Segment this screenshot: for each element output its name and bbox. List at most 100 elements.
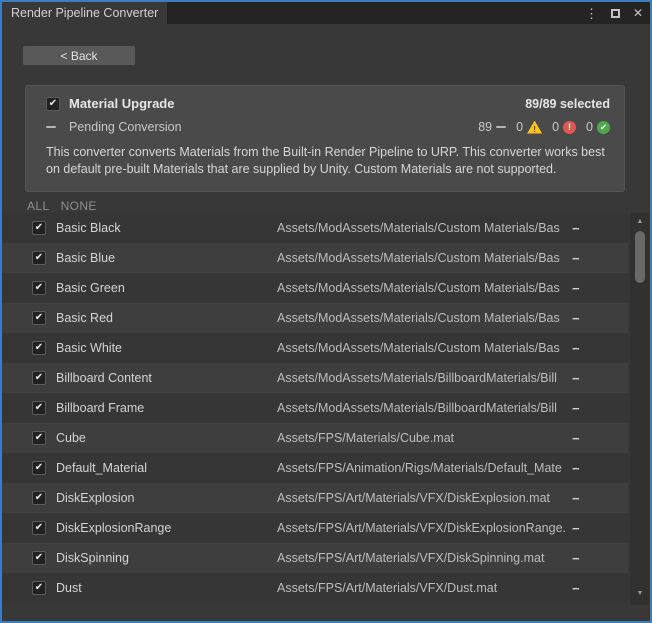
titlebar-icons: ⋮ ✕ xyxy=(585,2,643,24)
checkmark-icon: ✔ xyxy=(35,373,43,383)
item-status-dash-icon: − xyxy=(572,221,628,236)
item-checkbox[interactable]: ✔ xyxy=(32,221,46,235)
item-checkbox[interactable]: ✔ xyxy=(32,461,46,475)
checkmark-icon: ✔ xyxy=(35,493,43,503)
pending-count-value: 89 xyxy=(478,120,492,134)
item-name: Basic Black xyxy=(56,221,277,235)
item-path: Assets/FPS/Animation/Rigs/Materials/Defa… xyxy=(277,461,572,475)
table-row[interactable]: ✔ Default_MaterialAssets/FPS/Animation/Ri… xyxy=(2,453,628,483)
item-name: Basic Green xyxy=(56,281,277,295)
item-path: Assets/FPS/Art/Materials/VFX/DiskSpinnin… xyxy=(277,551,572,565)
material-upgrade-checkbox[interactable]: ✔ xyxy=(46,97,60,111)
table-row[interactable]: ✔DiskExplosionAssets/FPS/Art/Materials/V… xyxy=(2,483,628,513)
success-count-value: 0 xyxy=(586,120,593,134)
checkmark-icon: ✔ xyxy=(35,553,43,563)
checkmark-icon: ✔ xyxy=(35,343,43,353)
item-path: Assets/FPS/Art/Materials/VFX/Dust.mat xyxy=(277,581,572,595)
item-checkbox[interactable]: ✔ xyxy=(32,311,46,325)
item-path: Assets/ModAssets/Materials/Custom Materi… xyxy=(277,281,572,295)
back-button[interactable]: < Back xyxy=(22,45,136,66)
table-row[interactable]: ✔ Basic BlueAssets/ModAssets/Materials/Cu… xyxy=(2,243,628,273)
item-name: Basic Blue xyxy=(56,251,277,265)
error-count-value: 0 xyxy=(552,120,559,134)
item-status-dash-icon: − xyxy=(572,491,628,506)
pending-conversion-label: Pending Conversion xyxy=(69,120,182,134)
item-name: Cube xyxy=(56,431,277,445)
item-status-dash-icon: − xyxy=(572,461,628,476)
checkmark-icon: ✔ xyxy=(35,223,43,233)
item-name: Basic White xyxy=(56,341,277,355)
render-pipeline-converter-window: Render Pipeline Converter ⋮ ✕ < Back ✔ M… xyxy=(0,0,652,623)
list-controls: ALL NONE xyxy=(27,199,97,213)
item-checkbox[interactable]: ✔ xyxy=(32,521,46,535)
selected-count: 89/89 selected xyxy=(525,97,610,111)
table-row[interactable]: ✔ Billboard ContentAssets/ModAssets/Mater… xyxy=(2,363,628,393)
item-name: Billboard Content xyxy=(56,371,277,385)
table-row[interactable]: ✔Billboard FrameAssets/ModAssets/Materia… xyxy=(2,393,628,423)
close-icon[interactable]: ✕ xyxy=(633,7,643,19)
item-checkbox[interactable]: ✔ xyxy=(32,551,46,565)
select-all-button[interactable]: ALL xyxy=(27,199,50,213)
item-checkbox[interactable]: ✔ xyxy=(32,431,46,445)
table-row[interactable]: ✔ DiskExplosionRangeAssets/FPS/Art/Materi… xyxy=(2,513,628,543)
table-row[interactable]: ✔ Basic BlackAssets/ModAssets/Materials/C… xyxy=(2,213,628,243)
item-status-dash-icon: − xyxy=(572,401,628,416)
item-name: DiskExplosionRange xyxy=(56,521,277,535)
item-checkbox[interactable]: ✔ xyxy=(32,491,46,505)
item-path: Assets/ModAssets/Materials/Custom Materi… xyxy=(277,251,572,265)
table-row[interactable]: ✔ Basic WhiteAssets/ModAssets/Materials/C… xyxy=(2,333,628,363)
select-none-button[interactable]: NONE xyxy=(61,199,97,213)
table-row[interactable]: ✔DustAssets/FPS/Art/Materials/VFX/Dust.m… xyxy=(2,573,628,603)
item-checkbox[interactable]: ✔ xyxy=(32,371,46,385)
item-status-dash-icon: − xyxy=(572,371,628,386)
converter-title: Material Upgrade xyxy=(69,96,174,111)
checkmark-icon: ✔ xyxy=(35,433,43,443)
warning-icon: ! xyxy=(527,121,542,134)
item-checkbox[interactable]: ✔ xyxy=(32,341,46,355)
converter-panel: ✔ Material Upgrade 89/89 selected Pendin… xyxy=(25,85,625,192)
checkmark-icon: ✔ xyxy=(35,283,43,293)
item-status-dash-icon: − xyxy=(572,311,628,326)
pending-dash-icon xyxy=(496,126,506,128)
item-path: Assets/ModAssets/Materials/BillboardMate… xyxy=(277,371,572,385)
item-status-dash-icon: − xyxy=(572,431,628,446)
tab-render-pipeline-converter[interactable]: Render Pipeline Converter xyxy=(2,2,167,24)
table-row[interactable]: ✔ DiskSpinningAssets/FPS/Art/Materials/VF… xyxy=(2,543,628,573)
table-row[interactable]: ✔ CubeAssets/FPS/Materials/Cube.mat− xyxy=(2,423,628,453)
pending-count: 89 xyxy=(478,120,506,134)
item-path: Assets/ModAssets/Materials/Custom Materi… xyxy=(277,221,572,235)
table-row[interactable]: ✔ Basic RedAssets/ModAssets/Materials/Cus… xyxy=(2,303,628,333)
item-checkbox[interactable]: ✔ xyxy=(32,581,46,595)
item-status-dash-icon: − xyxy=(572,251,628,266)
kebab-menu-icon[interactable]: ⋮ xyxy=(585,7,598,20)
checkmark-icon: ✔ xyxy=(35,583,43,593)
item-checkbox[interactable]: ✔ xyxy=(32,251,46,265)
materials-list: ✔Basic BlackAssets/ModAssets/Materials/C… xyxy=(2,213,628,603)
maximize-icon[interactable] xyxy=(611,9,620,18)
item-path: Assets/FPS/Art/Materials/VFX/DiskExplosi… xyxy=(277,521,572,535)
item-name: Basic Red xyxy=(56,311,277,325)
item-path: Assets/ModAssets/Materials/Custom Materi… xyxy=(277,341,572,355)
error-icon: ! xyxy=(563,121,576,134)
warning-count-value: 0 xyxy=(516,120,523,134)
table-row[interactable]: ✔ Basic GreenAssets/ModAssets/Materials/C… xyxy=(2,273,628,303)
item-status-dash-icon: − xyxy=(572,341,628,356)
success-icon: ✔ xyxy=(597,121,610,134)
scroll-up-icon[interactable]: ▲ xyxy=(630,216,650,228)
item-checkbox[interactable]: ✔ xyxy=(32,401,46,415)
converter-description: This converter converts Materials from t… xyxy=(46,144,610,178)
checkmark-icon: ✔ xyxy=(35,523,43,533)
item-name: DiskSpinning xyxy=(56,551,277,565)
checkmark-icon: ✔ xyxy=(35,403,43,413)
checkmark-icon: ✔ xyxy=(35,253,43,263)
item-path: Assets/FPS/Art/Materials/VFX/DiskExplosi… xyxy=(277,491,572,505)
scrollbar[interactable]: ▲ ▼ xyxy=(630,213,650,605)
item-status-dash-icon: − xyxy=(572,581,628,596)
item-status-dash-icon: − xyxy=(572,551,628,566)
item-path: Assets/ModAssets/Materials/Custom Materi… xyxy=(277,311,572,325)
item-checkbox[interactable]: ✔ xyxy=(32,281,46,295)
item-name: Default_Material xyxy=(56,461,277,475)
scroll-down-icon[interactable]: ▼ xyxy=(630,588,650,600)
scrollbar-thumb[interactable] xyxy=(635,231,645,283)
item-path: Assets/FPS/Materials/Cube.mat xyxy=(277,431,572,445)
